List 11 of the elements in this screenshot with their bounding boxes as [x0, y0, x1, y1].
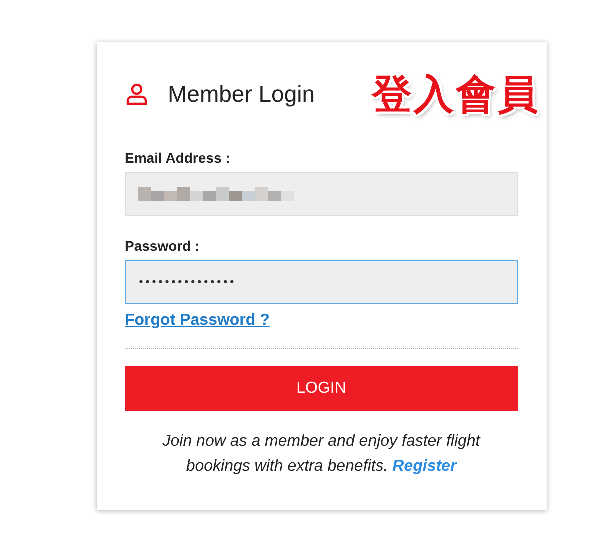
login-button[interactable]: LOGIN: [125, 366, 518, 411]
password-field[interactable]: •••••••••••••••: [125, 260, 518, 304]
register-link[interactable]: Register: [392, 458, 457, 475]
field-label: Email Address :: [125, 150, 232, 166]
annotation-text: 登入會員: [372, 70, 540, 120]
card-title: Member Login: [168, 80, 316, 108]
forgot-password-link[interactable]: Forgot Password ?: [125, 312, 270, 330]
email-field[interactable]: [125, 172, 518, 216]
field-label: Password :: [125, 238, 201, 254]
user-icon: [125, 82, 149, 106]
register-prompt: Join now as a member and enjoy faster flight bookings with extra benefits. Register: [162, 432, 482, 477]
